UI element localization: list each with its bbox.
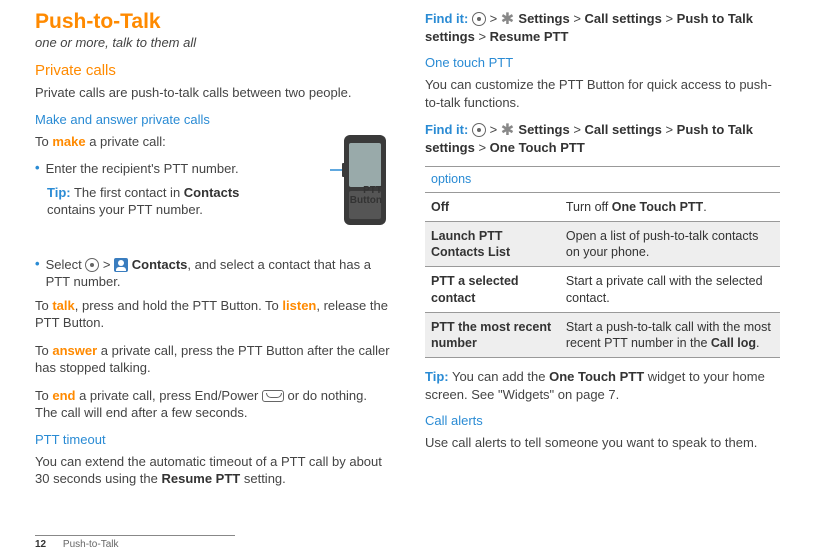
table-row: PTT the most recent number Start a push-… [425, 312, 780, 358]
heading-make-answer: Make and answer private calls [35, 112, 390, 127]
heading-call-alerts: Call alerts [425, 413, 780, 428]
page-number: 12 [35, 539, 46, 550]
findit-resume: Find it: > Settings > Call settings > Pu… [425, 10, 780, 45]
heading-private-calls: Private calls [35, 62, 390, 79]
findit-onetouch: Find it: > Settings > Call settings > Pu… [425, 121, 780, 156]
gear-icon [501, 12, 515, 26]
end-power-icon [262, 390, 284, 402]
heading-ptt-timeout: PTT timeout [35, 432, 390, 447]
table-row: Off Turn off One Touch PTT. [425, 192, 780, 221]
text-one-touch: You can customize the PTT Button for qui… [425, 76, 780, 111]
page-subtitle: one or more, talk to them all [35, 35, 390, 50]
menu-icon [472, 123, 486, 137]
ptt-button-label: PTT Button [277, 186, 382, 207]
text-end: To end a private call, press End/Power o… [35, 387, 390, 422]
table-caption: options [425, 167, 780, 192]
menu-icon [472, 12, 486, 26]
page-title: Push-to-Talk [35, 10, 390, 34]
bullet-select-contacts: • Select > Contacts, and select a contac… [35, 256, 390, 291]
table-row: Launch PTT Contacts List Open a list of … [425, 221, 780, 267]
table-row: PTT a selected contact Start a private c… [425, 267, 780, 313]
gear-icon [501, 123, 515, 137]
heading-one-touch: One touch PTT [425, 55, 780, 70]
left-column: Push-to-Talk one or more, talk to them a… [35, 10, 390, 520]
bullet-enter-number: • Enter the recipient's PTT number. [35, 160, 275, 178]
footer-section: Push-to-Talk [63, 539, 119, 550]
text-talk-listen: To talk, press and hold the PTT Button. … [35, 297, 390, 332]
right-column: Find it: > Settings > Call settings > Pu… [425, 10, 780, 520]
text-timeout: You can extend the automatic timeout of … [35, 453, 390, 488]
options-table: options Off Turn off One Touch PTT. Laun… [425, 166, 780, 358]
tip-widget: Tip: You can add the One Touch PTT widge… [425, 368, 780, 403]
menu-icon [85, 258, 99, 272]
phone-illustration: PTT Button [285, 133, 390, 252]
page-footer: 12 Push-to-Talk [35, 535, 235, 550]
text-answer: To answer a private call, press the PTT … [35, 342, 390, 377]
text-call-alerts: Use call alerts to tell someone you want… [425, 434, 780, 452]
text-private-calls: Private calls are push-to-talk calls bet… [35, 84, 390, 102]
contacts-icon [114, 258, 128, 272]
